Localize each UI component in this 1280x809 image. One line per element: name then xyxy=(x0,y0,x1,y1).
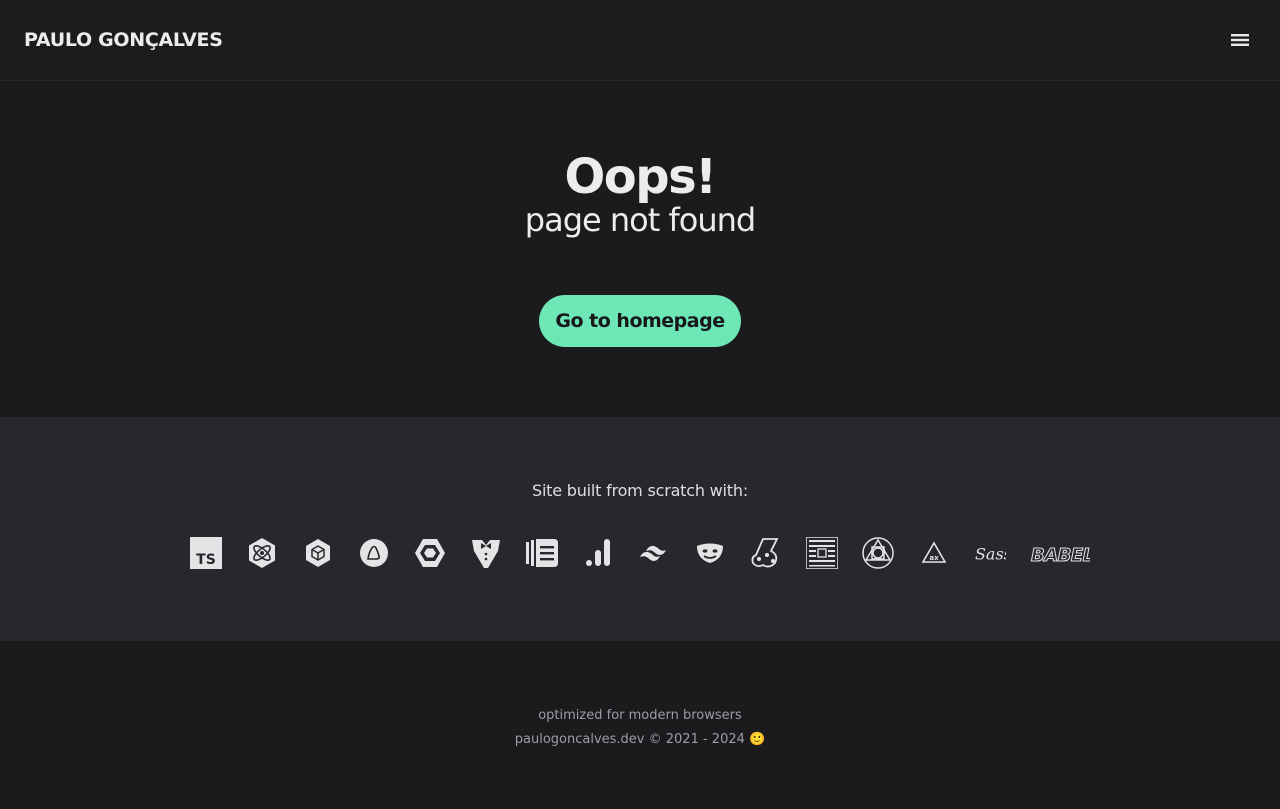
tech-stack-heading: Site built from scratch with: xyxy=(531,481,749,500)
svg-text:ax: ax xyxy=(929,554,939,562)
menu-button[interactable] xyxy=(1224,24,1256,56)
svg-text:Sass: Sass xyxy=(975,545,1006,564)
site-header: PAULO GONÇALVES xyxy=(0,0,1280,81)
not-found-section: Oops! page not found Go to homepage xyxy=(0,81,1280,417)
svg-text:TS: TS xyxy=(196,552,216,568)
analytics-icon xyxy=(582,537,614,569)
tuxedo-icon xyxy=(470,537,502,569)
sass-icon: Sass xyxy=(974,537,1006,569)
pwa-icon xyxy=(862,537,894,569)
preact-icon xyxy=(246,537,278,569)
lighthouse-icon xyxy=(358,537,390,569)
typescript-icon: TS xyxy=(190,537,222,569)
site-footer: optimized for modern browsers paulogonca… xyxy=(0,641,1280,809)
stencil-icon xyxy=(526,537,558,569)
puppeteer-icon xyxy=(806,537,838,569)
webpack-icon xyxy=(302,537,334,569)
footer-copyright: paulogoncalves.dev © 2021 - 2024 🙂 xyxy=(514,732,766,747)
tech-stack-section: Site built from scratch with: TS ax Sas … xyxy=(0,417,1280,641)
footer-optimized-text: optimized for modern browsers xyxy=(538,708,742,723)
tech-icon-row: TS ax Sas BABEL xyxy=(190,537,1090,569)
eslint-icon xyxy=(414,537,446,569)
tailwind-icon xyxy=(638,537,670,569)
menu-icon xyxy=(1231,34,1249,46)
babel-icon: BABEL xyxy=(1030,537,1091,569)
page-title: Oops! xyxy=(564,149,717,205)
page-subtitle: page not found xyxy=(524,201,756,239)
axe-icon: ax xyxy=(918,537,950,569)
playwright-icon xyxy=(694,537,726,569)
jest-icon xyxy=(750,537,782,569)
svg-text:BABEL: BABEL xyxy=(1031,545,1090,565)
brand-link[interactable]: PAULO GONÇALVES xyxy=(24,29,223,51)
go-home-button[interactable]: Go to homepage xyxy=(539,295,741,347)
